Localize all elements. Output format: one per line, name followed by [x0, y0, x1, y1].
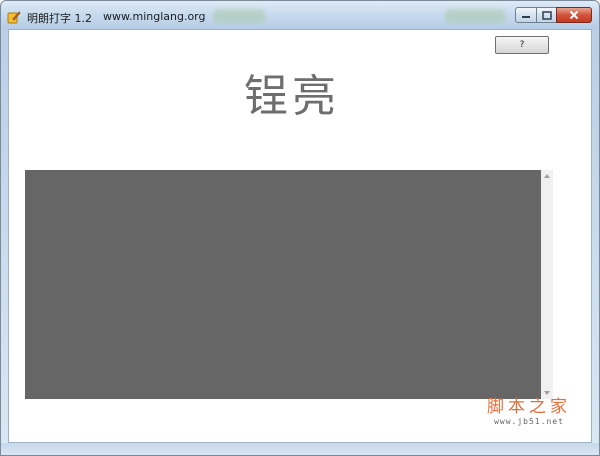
maximize-icon: [541, 10, 552, 20]
blurred-titlebar-region: [213, 9, 265, 23]
window-bottom-border: [1, 443, 599, 455]
watermark: 脚本之家 www.jb51.net: [479, 397, 579, 427]
minimize-icon: [522, 16, 530, 18]
typing-area[interactable]: [25, 170, 541, 399]
title-bar[interactable]: 明朗打字 1.2 www.minglang.org: [1, 1, 599, 29]
vertical-scrollbar[interactable]: [541, 170, 553, 399]
blurred-titlebar-region: [445, 9, 505, 23]
close-icon: [569, 10, 579, 20]
pencil-icon: [7, 9, 21, 24]
window-title-url: www.minglang.org: [103, 10, 206, 23]
close-button[interactable]: [556, 7, 592, 23]
window-title: 明朗打字 1.2: [27, 12, 92, 25]
watermark-text: 脚本之家: [487, 397, 571, 417]
maximize-button[interactable]: [536, 7, 557, 23]
client-area: ? 锃亮: [8, 29, 592, 443]
app-window: 明朗打字 1.2 www.minglang.org ? 锃亮 脚本之家 www.…: [0, 0, 600, 456]
scroll-up-button[interactable]: [541, 170, 553, 182]
minimize-button[interactable]: [515, 7, 537, 23]
target-word: 锃亮: [244, 71, 340, 122]
watermark-url: www.jb51.net: [494, 417, 564, 426]
chevron-down-icon: [544, 391, 550, 395]
help-button[interactable]: ?: [495, 36, 549, 54]
chevron-up-icon: [544, 174, 550, 178]
